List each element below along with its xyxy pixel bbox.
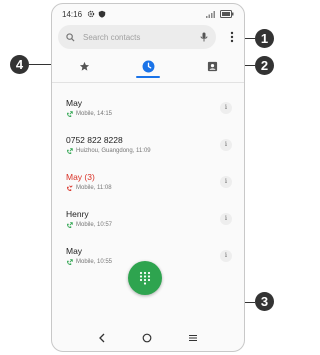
call-name: May: [66, 97, 83, 108]
clock-icon: [142, 60, 154, 72]
call-info: May Mobile, 14:15: [66, 98, 220, 118]
call-detail-row: Mobile, 11:08: [66, 184, 220, 192]
call-detail: Mobile, 10:57: [76, 222, 113, 228]
dialpad-button[interactable]: [128, 261, 162, 295]
status-time: 14:16: [62, 9, 83, 19]
outgoing-call-icon: [67, 221, 73, 228]
call-detail: Mobile, 14:15: [76, 111, 113, 117]
call-name: 0752 822 8228: [66, 134, 123, 145]
more-menu-button[interactable]: [226, 30, 238, 44]
star-icon: [79, 61, 89, 71]
call-info: Henry Mobile, 10:57: [66, 209, 220, 229]
call-detail: Huizhou, Guangdong, 11:09: [76, 148, 151, 154]
tab-recents[interactable]: [116, 52, 180, 80]
call-info: May (3) Mobile, 11:08: [66, 172, 220, 192]
callout-1: 1: [255, 29, 274, 48]
call-detail-row: Mobile, 14:15: [66, 110, 220, 118]
call-log-item[interactable]: 0752 822 8228 Huizhou, Guangdong, 11:09 …: [52, 126, 244, 163]
battery-icon: [220, 10, 234, 18]
tab-bar: [52, 52, 244, 80]
signal-icon: [206, 11, 215, 18]
callout-4: 4: [10, 55, 29, 74]
call-info-button[interactable]: i: [220, 101, 232, 114]
outgoing-call-icon: [67, 110, 73, 117]
dialpad-icon: [139, 271, 151, 285]
search-input[interactable]: Search contacts: [83, 33, 200, 42]
call-log-item[interactable]: Henry Mobile, 10:57 i: [52, 200, 244, 237]
call-log-item[interactable]: May (3) Mobile, 11:08 i: [52, 163, 244, 200]
tab-favorites[interactable]: [52, 52, 116, 80]
more-vert-icon: [230, 31, 234, 43]
tab-contacts[interactable]: [180, 52, 244, 80]
call-detail-row: Mobile, 10:57: [66, 221, 220, 229]
phone-screen: 14:16 Search contacts May Mobile, 14:15 …: [51, 3, 245, 352]
outgoing-call-icon: [67, 147, 73, 154]
call-info-button[interactable]: i: [220, 138, 232, 151]
call-name: May: [66, 245, 83, 256]
tab-divider: [52, 82, 244, 83]
navigation-bar: [52, 325, 244, 351]
callout-3: 3: [255, 292, 274, 311]
mic-icon[interactable]: [200, 32, 208, 42]
call-log-item[interactable]: May Mobile, 14:15 i: [52, 89, 244, 126]
shield-icon: [98, 10, 106, 18]
call-log-list: May Mobile, 14:15 i 0752 822 8228 Huizho…: [52, 89, 244, 274]
call-info-button[interactable]: i: [220, 175, 232, 188]
call-detail: Mobile, 11:08: [76, 185, 112, 191]
settings-icon: [87, 10, 95, 18]
callout-2: 2: [255, 56, 274, 75]
search-icon: [66, 32, 75, 42]
call-info-button[interactable]: i: [220, 212, 232, 225]
call-info-button[interactable]: i: [220, 249, 232, 262]
call-detail: Mobile, 10:55: [76, 259, 113, 265]
back-icon[interactable]: [98, 333, 106, 343]
recents-icon[interactable]: [188, 333, 198, 343]
call-info: 0752 822 8228 Huizhou, Guangdong, 11:09: [66, 135, 220, 155]
contacts-icon: [207, 61, 217, 71]
missed-call-icon: [67, 184, 73, 191]
call-name: Henry: [66, 208, 89, 219]
search-bar[interactable]: Search contacts: [58, 25, 216, 49]
home-icon[interactable]: [142, 333, 152, 343]
status-bar: 14:16: [52, 4, 244, 24]
outgoing-call-icon: [67, 258, 73, 265]
call-detail-row: Huizhou, Guangdong, 11:09: [66, 147, 220, 155]
call-name: May (3): [66, 171, 95, 182]
